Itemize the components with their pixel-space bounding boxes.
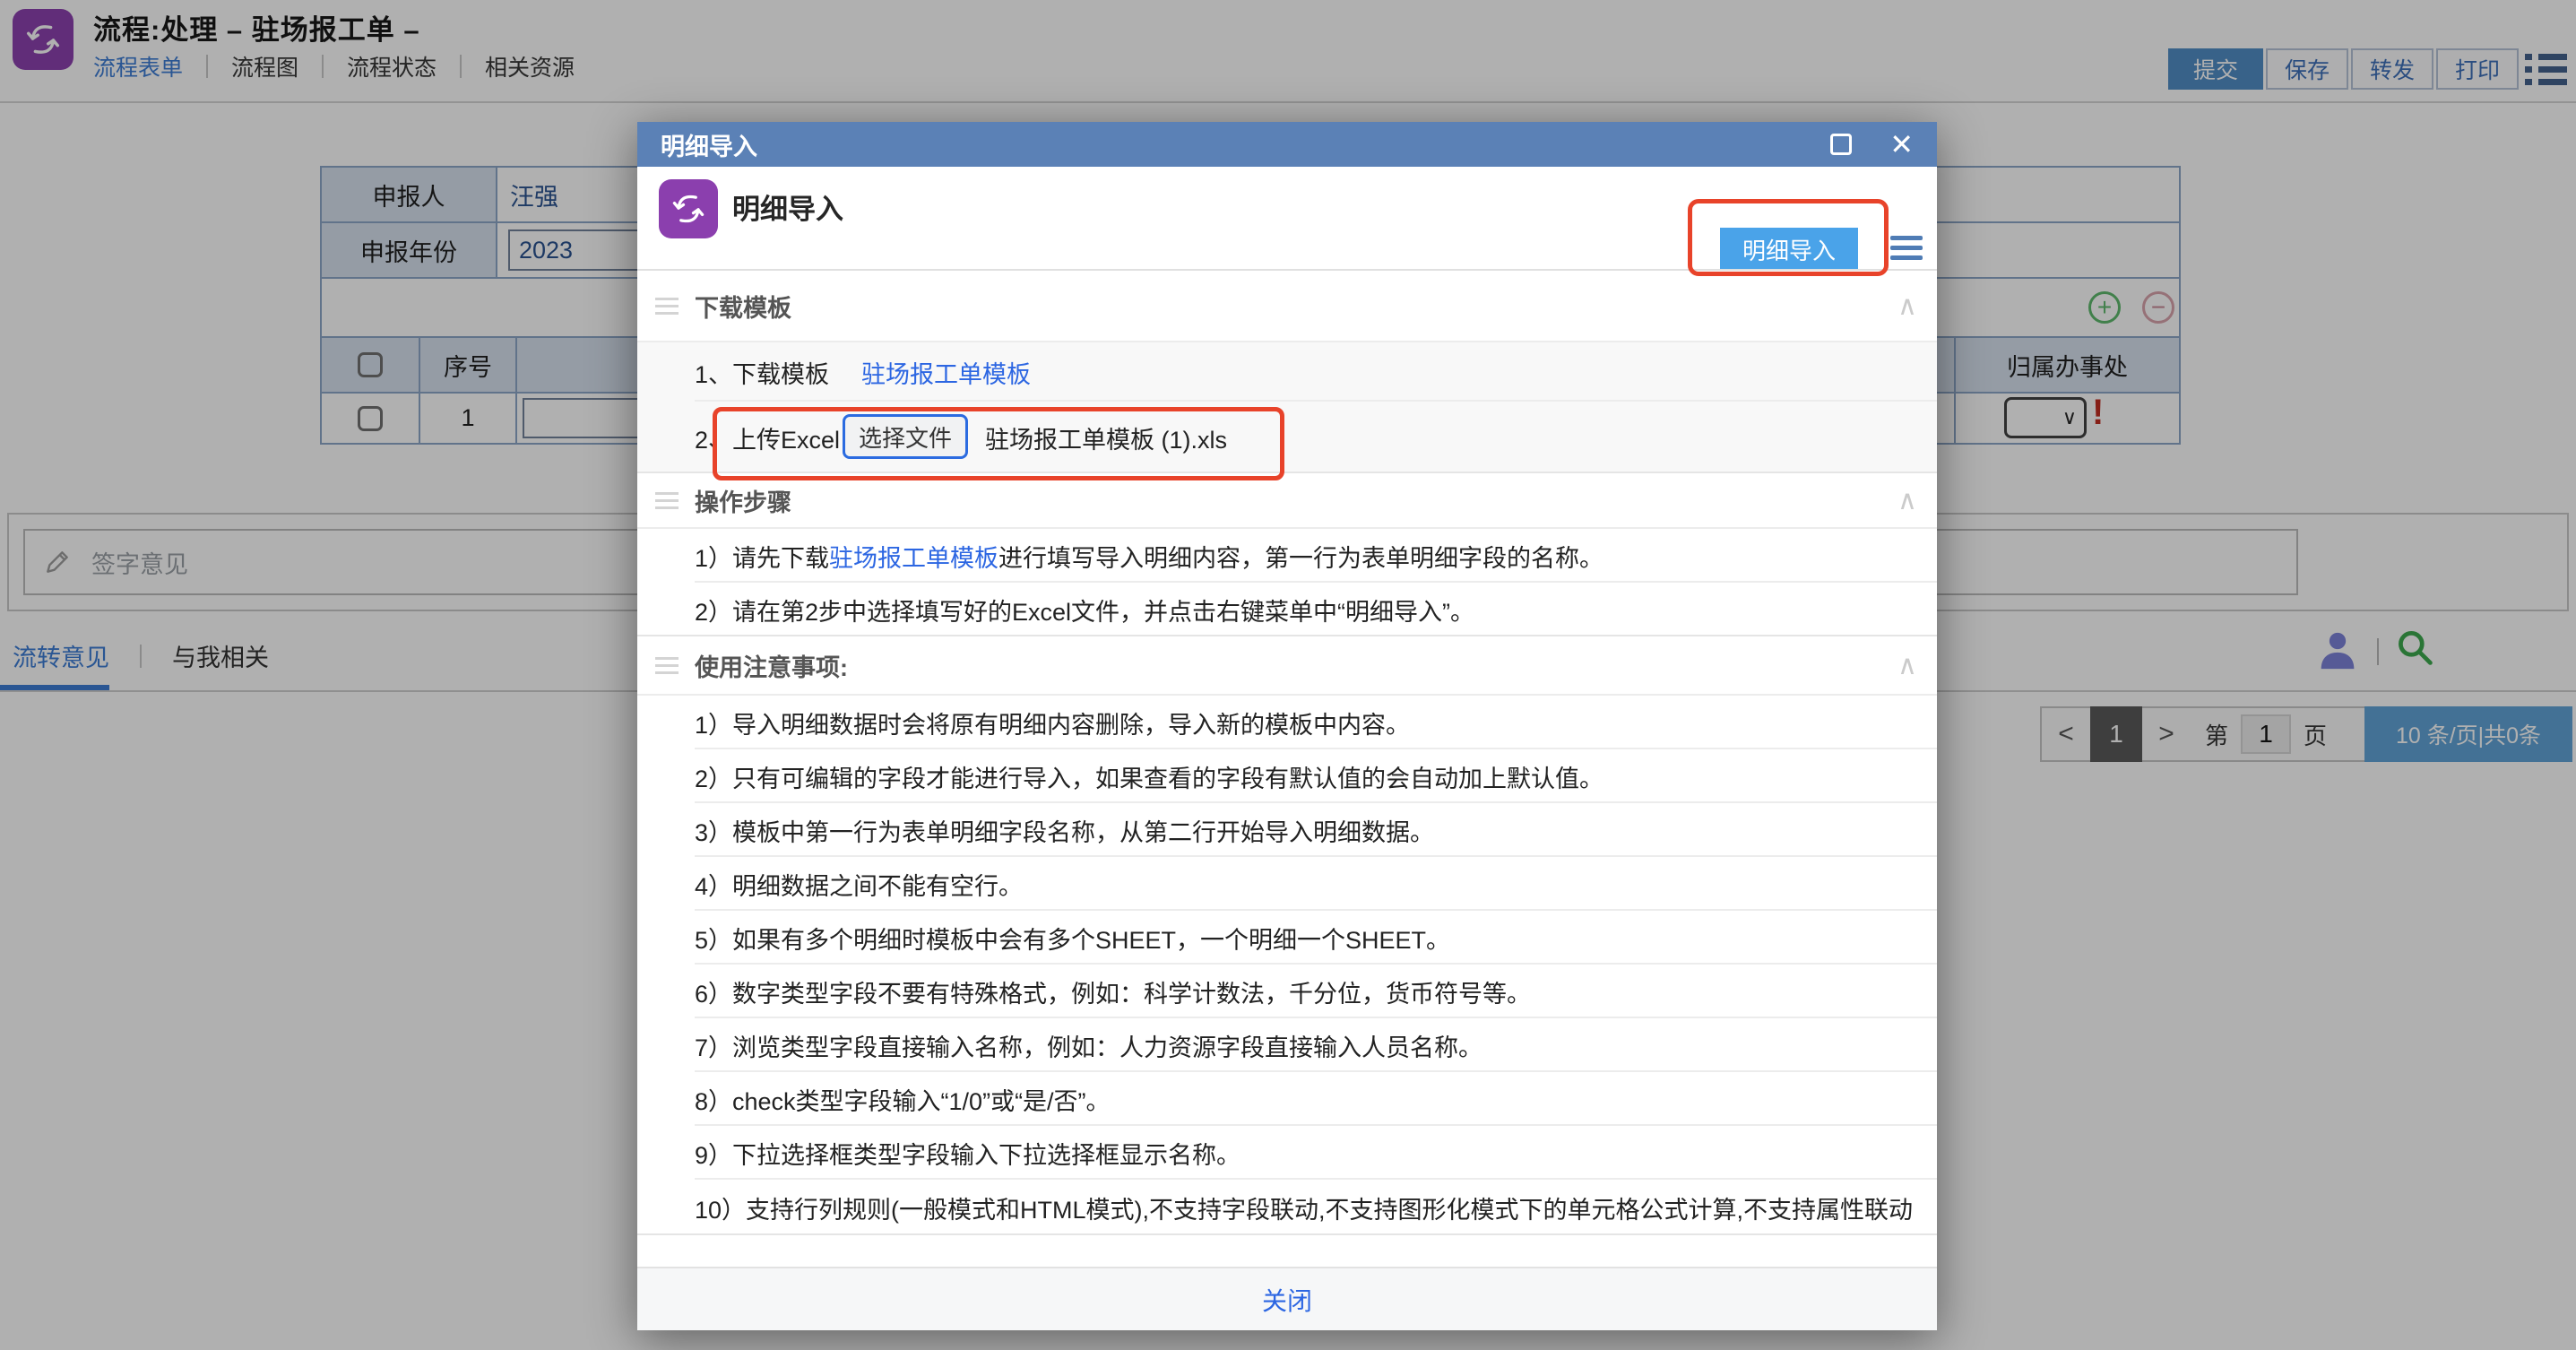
note-text: 10）支持行列规则(一般模式和HTML模式),不支持字段联动,不支持图形化模式下…: [695, 1190, 1913, 1225]
note-text: 2）只有可编辑的字段才能进行导入，如果查看的字段有默认值的会自动加上默认值。: [695, 759, 1604, 794]
note-row: 8）check类型字段输入“1/0”或“是/否”。: [637, 1072, 1937, 1126]
drag-handle-icon[interactable]: [655, 657, 679, 674]
section-operation-steps[interactable]: 操作步骤 ∧: [637, 473, 1937, 527]
note-row: 3）模板中第一行为表单明细字段名称，从第二行开始导入明细数据。: [637, 803, 1937, 857]
dialog-heading: 明细导入: [732, 186, 843, 227]
choose-file-button[interactable]: 选择文件: [843, 414, 968, 459]
note-row: 2）只有可编辑的字段才能进行导入，如果查看的字段有默认值的会自动加上默认值。: [637, 749, 1937, 803]
section-download-template[interactable]: 下载模板 ∧: [637, 271, 1937, 341]
section-title: 使用注意事项:: [695, 648, 848, 683]
import-dialog-icon: [659, 179, 718, 238]
chevron-up-icon[interactable]: ∧: [1897, 290, 1917, 322]
section-title: 下载模板: [695, 289, 791, 324]
maximize-icon[interactable]: [1830, 134, 1852, 155]
section-title: 操作步骤: [695, 483, 791, 518]
step-text: 2）请在第2步中选择填写好的Excel文件，并点击右键菜单中“明细导入”。: [695, 593, 1474, 627]
page-root: 流程:处理 – 驻场报工单 – 流程表单 流程图 流程状态 相关资源 提交 保存…: [0, 0, 2576, 1350]
step-text: 1）请先下载: [695, 539, 829, 574]
template-download-link[interactable]: 驻场报工单模板: [861, 355, 1031, 390]
upload-step-label: 2、上传Excel: [695, 420, 840, 455]
note-row: 1）导入明细数据时会将原有明细内容删除，导入新的模板中内容。: [637, 696, 1937, 749]
note-text: 4）明细数据之间不能有空行。: [695, 867, 1023, 902]
note-text: 5）如果有多个明细时模板中会有多个SHEET，一个明细一个SHEET。: [695, 921, 1450, 956]
note-row: 5）如果有多个明细时模板中会有多个SHEET，一个明细一个SHEET。: [637, 911, 1937, 965]
download-template-row: 1、下载模板 驻场报工单模板: [637, 342, 1937, 402]
note-text: 7）浏览类型字段直接输入名称，例如：人力资源字段直接输入人员名称。: [695, 1028, 1482, 1063]
note-text: 6）数字类型字段不要有特殊格式，例如：科学计数法，千分位，货币符号等。: [695, 974, 1531, 1009]
template-download-link[interactable]: 驻场报工单模板: [829, 539, 998, 574]
step-row: 2）请在第2步中选择填写好的Excel文件，并点击右键菜单中“明细导入”。: [637, 583, 1937, 636]
drag-handle-icon[interactable]: [655, 298, 679, 315]
dialog-footer: 关闭: [637, 1267, 1937, 1330]
close-icon[interactable]: ✕: [1889, 130, 1914, 159]
chevron-up-icon[interactable]: ∧: [1897, 650, 1917, 681]
note-text: 1）导入明细数据时会将原有明细内容删除，导入新的模板中内容。: [695, 705, 1410, 740]
dialog-titlebar[interactable]: 明细导入 ✕: [637, 122, 1937, 167]
close-dialog-link[interactable]: 关闭: [1262, 1282, 1312, 1318]
note-text: 9）下拉选择框类型字段输入下拉选择框显示名称。: [695, 1136, 1240, 1171]
step-row: 1）请先下载 驻场报工单模板 进行填写导入明细内容，第一行为表单明细字段的名称。: [637, 529, 1937, 583]
note-row: 6）数字类型字段不要有特殊格式，例如：科学计数法，千分位，货币符号等。: [637, 965, 1937, 1018]
note-text: 8）check类型字段输入“1/0”或“是/否”。: [695, 1082, 1111, 1117]
detail-import-button[interactable]: 明细导入: [1720, 228, 1858, 271]
note-row: 9）下拉选择框类型字段输入下拉选择框显示名称。: [637, 1126, 1937, 1180]
dialog-title: 明细导入: [661, 127, 1830, 162]
drag-handle-icon[interactable]: [655, 492, 679, 509]
chevron-up-icon[interactable]: ∧: [1897, 485, 1917, 516]
section-usage-notes[interactable]: 使用注意事项: ∧: [637, 636, 1937, 694]
dialog-menu-icon[interactable]: [1890, 236, 1923, 260]
step-text: 进行填写导入明细内容，第一行为表单明细字段的名称。: [998, 539, 1604, 574]
note-row: 10）支持行列规则(一般模式和HTML模式),不支持字段联动,不支持图形化模式下…: [637, 1180, 1937, 1235]
row-separator: [637, 1233, 1937, 1235]
note-text: 3）模板中第一行为表单明细字段名称，从第二行开始导入明细数据。: [695, 813, 1434, 848]
selected-file-name: 驻场报工单模板 (1).xls: [985, 420, 1227, 455]
note-row: 7）浏览类型字段直接输入名称，例如：人力资源字段直接输入人员名称。: [637, 1018, 1937, 1072]
detail-import-dialog: 明细导入 ✕ 明细导入 明细导入 下载模板 ∧ 1、下载模板 驻场报工单模板 2…: [637, 122, 1937, 1330]
upload-excel-row: 2、上传Excel 驻场报工单模板 (1).xls: [637, 402, 1937, 473]
note-row: 4）明细数据之间不能有空行。: [637, 857, 1937, 911]
download-step-label: 1、下载模板: [695, 355, 829, 390]
